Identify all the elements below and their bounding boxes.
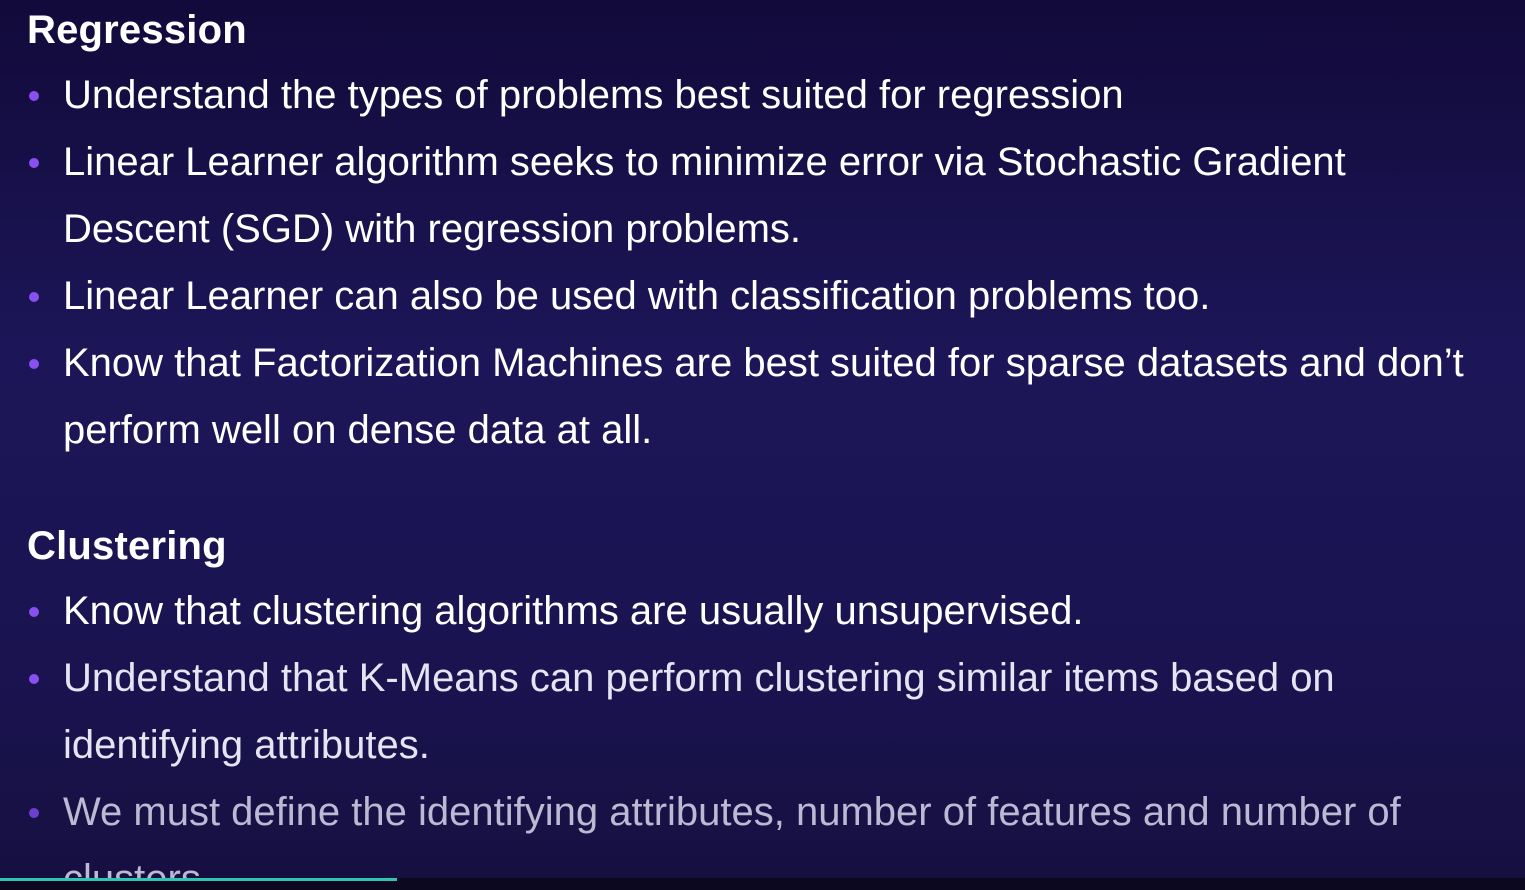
regression-list: Understand the types of problems best su… xyxy=(0,62,1525,464)
bullet-dot-icon xyxy=(29,158,39,168)
video-progress-fill xyxy=(0,878,397,881)
bullet-dot-icon xyxy=(29,674,39,684)
list-item-text: Know that Factorization Machines are bes… xyxy=(63,341,1464,452)
list-item-text: Understand that K-Means can perform clus… xyxy=(63,656,1335,767)
list-item: Know that Factorization Machines are bes… xyxy=(0,330,1525,464)
list-item: We must define the identifying attribute… xyxy=(0,779,1525,878)
video-progress-track[interactable] xyxy=(0,878,1525,890)
list-item-text: Know that clustering algorithms are usua… xyxy=(63,589,1084,633)
list-item: Linear Learner algorithm seeks to minimi… xyxy=(0,129,1525,263)
bullet-dot-icon xyxy=(29,292,39,302)
clustering-heading: Clustering xyxy=(27,524,227,568)
bullet-dot-icon xyxy=(29,808,39,818)
clustering-list: Know that clustering algorithms are usua… xyxy=(0,578,1525,878)
regression-heading: Regression xyxy=(27,8,247,52)
bullet-dot-icon xyxy=(29,359,39,369)
slide-content: Regression Understand the types of probl… xyxy=(0,0,1525,878)
list-item: Understand that K-Means can perform clus… xyxy=(0,645,1525,779)
bullet-dot-icon xyxy=(29,607,39,617)
list-item: Understand the types of problems best su… xyxy=(0,62,1525,129)
list-item-text: We must define the identifying attribute… xyxy=(63,790,1401,878)
list-item-text: Linear Learner algorithm seeks to minimi… xyxy=(63,140,1346,251)
list-item: Linear Learner can also be used with cla… xyxy=(0,263,1525,330)
list-item: Know that clustering algorithms are usua… xyxy=(0,578,1525,645)
bullet-dot-icon xyxy=(29,91,39,101)
list-item-text: Linear Learner can also be used with cla… xyxy=(63,274,1211,318)
list-item-text: Understand the types of problems best su… xyxy=(63,73,1124,117)
